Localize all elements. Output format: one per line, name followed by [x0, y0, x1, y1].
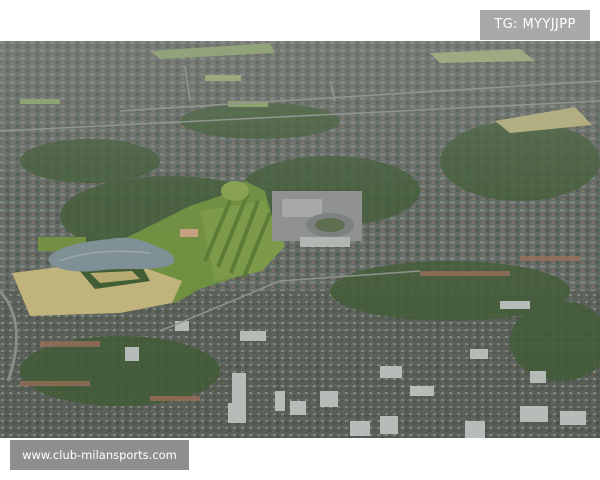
tag-badge: TG: MYYJJPP: [480, 10, 590, 40]
watermark-banner: www.club-milansports.com: [10, 440, 189, 470]
aerial-photo: [0, 41, 600, 438]
atmospheric-haze: [0, 41, 600, 438]
